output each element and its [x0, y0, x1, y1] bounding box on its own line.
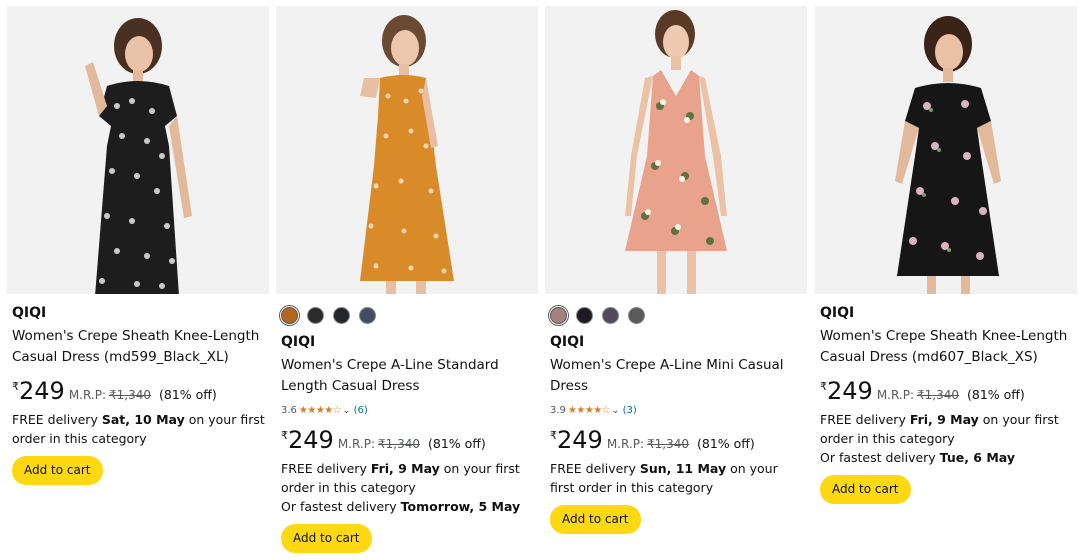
product-brand: QIQI — [820, 305, 855, 321]
price: 249 — [557, 426, 603, 454]
product-image[interactable] — [276, 6, 538, 294]
delivery-info: FREE delivery Fri, 9 May on your first o… — [820, 412, 1059, 465]
product-card: QIQI Women's Crepe Sheath Knee-Length Ca… — [815, 6, 1077, 560]
color-swatch[interactable] — [333, 306, 350, 324]
price: 249 — [827, 377, 873, 405]
price-row: ₹ 249 M.R.P: ₹1,340 (81% off) — [12, 378, 265, 406]
price: 249 — [288, 426, 334, 454]
mrp-label: M.R.P: — [68, 388, 106, 402]
mrp-label: M.R.P: — [606, 437, 644, 451]
rating-value: 3.6 — [281, 404, 297, 416]
color-swatch[interactable] — [602, 306, 619, 324]
color-swatch[interactable] — [307, 306, 324, 324]
delivery-date: Sat, 10 May — [101, 412, 185, 427]
color-swatches — [281, 306, 534, 324]
color-swatch[interactable] — [281, 306, 298, 324]
delivery-info: FREE delivery Fri, 9 May on your first o… — [281, 461, 521, 514]
color-swatch[interactable] — [628, 306, 645, 324]
add-to-cart-button[interactable]: Add to cart — [12, 456, 103, 485]
mrp-value: ₹1,340 — [916, 388, 959, 402]
rating-count[interactable]: (6) — [354, 405, 368, 416]
rating-row: 3.6 ★★★★☆ ⌄ (6) — [281, 403, 534, 417]
price: 249 — [19, 377, 65, 405]
product-image[interactable] — [815, 6, 1077, 294]
add-to-cart-button[interactable]: Add to cart — [281, 524, 372, 553]
discount-percent: (81% off) — [158, 387, 217, 402]
chevron-down-icon[interactable]: ⌄ — [611, 405, 619, 416]
currency-symbol: ₹ — [820, 380, 827, 393]
product-brand: QIQI — [550, 334, 585, 350]
price-row: ₹ 249 M.R.P: ₹1,340 (81% off) — [820, 378, 1073, 406]
product-image[interactable] — [7, 6, 269, 294]
color-swatches — [550, 306, 803, 324]
price-row: ₹ 249 M.R.P: ₹1,340 (81% off) — [550, 427, 803, 455]
mrp-value: ₹1,340 — [108, 388, 151, 402]
product-title[interactable]: Women's Crepe Sheath Knee-Length Casual … — [820, 326, 1073, 368]
mrp-label: M.R.P: — [876, 388, 914, 402]
discount-percent: (81% off) — [966, 387, 1025, 402]
product-brand: QIQI — [12, 305, 47, 321]
product-card: QIQI Women's Crepe A-Line Mini Casual Dr… — [545, 6, 807, 560]
currency-symbol: ₹ — [550, 429, 557, 442]
delivery-date: Sun, 11 May — [639, 461, 727, 476]
product-title[interactable]: Women's Crepe A-Line Standard Length Cas… — [281, 355, 534, 397]
product-title[interactable]: Women's Crepe Sheath Knee-Length Casual … — [12, 326, 265, 368]
mrp-label: M.R.P: — [337, 437, 375, 451]
fastest-delivery-date: Tomorrow, 5 May — [400, 499, 521, 514]
color-swatch[interactable] — [359, 306, 376, 324]
color-swatch[interactable] — [576, 306, 593, 324]
product-card: QIQI Women's Crepe A-Line Standard Lengt… — [276, 6, 538, 560]
color-swatch[interactable] — [550, 306, 567, 324]
rating-value: 3.9 — [550, 404, 566, 416]
currency-symbol: ₹ — [281, 429, 288, 442]
product-card: QIQI Women's Crepe Sheath Knee-Length Ca… — [7, 6, 269, 560]
mrp-value: ₹1,340 — [646, 437, 689, 451]
add-to-cart-button[interactable]: Add to cart — [820, 475, 911, 504]
rating-row: 3.9 ★★★★☆ ⌄ (3) — [550, 403, 803, 417]
delivery-info: FREE delivery Sun, 11 May on your first … — [550, 461, 778, 495]
delivery-date: Fri, 9 May — [370, 461, 440, 476]
currency-symbol: ₹ — [12, 380, 19, 393]
discount-percent: (81% off) — [696, 436, 755, 451]
rating-count[interactable]: (3) — [623, 405, 637, 416]
star-rating-icon[interactable]: ★★★★☆ — [568, 405, 611, 416]
product-brand: QIQI — [281, 334, 316, 350]
add-to-cart-button[interactable]: Add to cart — [550, 505, 641, 534]
star-rating-icon[interactable]: ★★★★☆ — [299, 405, 342, 416]
fastest-delivery-date: Tue, 6 May — [939, 450, 1015, 465]
delivery-date: Fri, 9 May — [909, 412, 979, 427]
chevron-down-icon[interactable]: ⌄ — [342, 405, 350, 416]
product-grid: QIQI Women's Crepe Sheath Knee-Length Ca… — [0, 0, 1079, 560]
discount-percent: (81% off) — [427, 436, 486, 451]
product-title[interactable]: Women's Crepe A-Line Mini Casual Dress — [550, 355, 803, 397]
delivery-info: FREE delivery Sat, 10 May on your first … — [12, 412, 265, 446]
product-image[interactable] — [545, 6, 807, 294]
mrp-value: ₹1,340 — [377, 437, 420, 451]
price-row: ₹ 249 M.R.P: ₹1,340 (81% off) — [281, 427, 534, 455]
